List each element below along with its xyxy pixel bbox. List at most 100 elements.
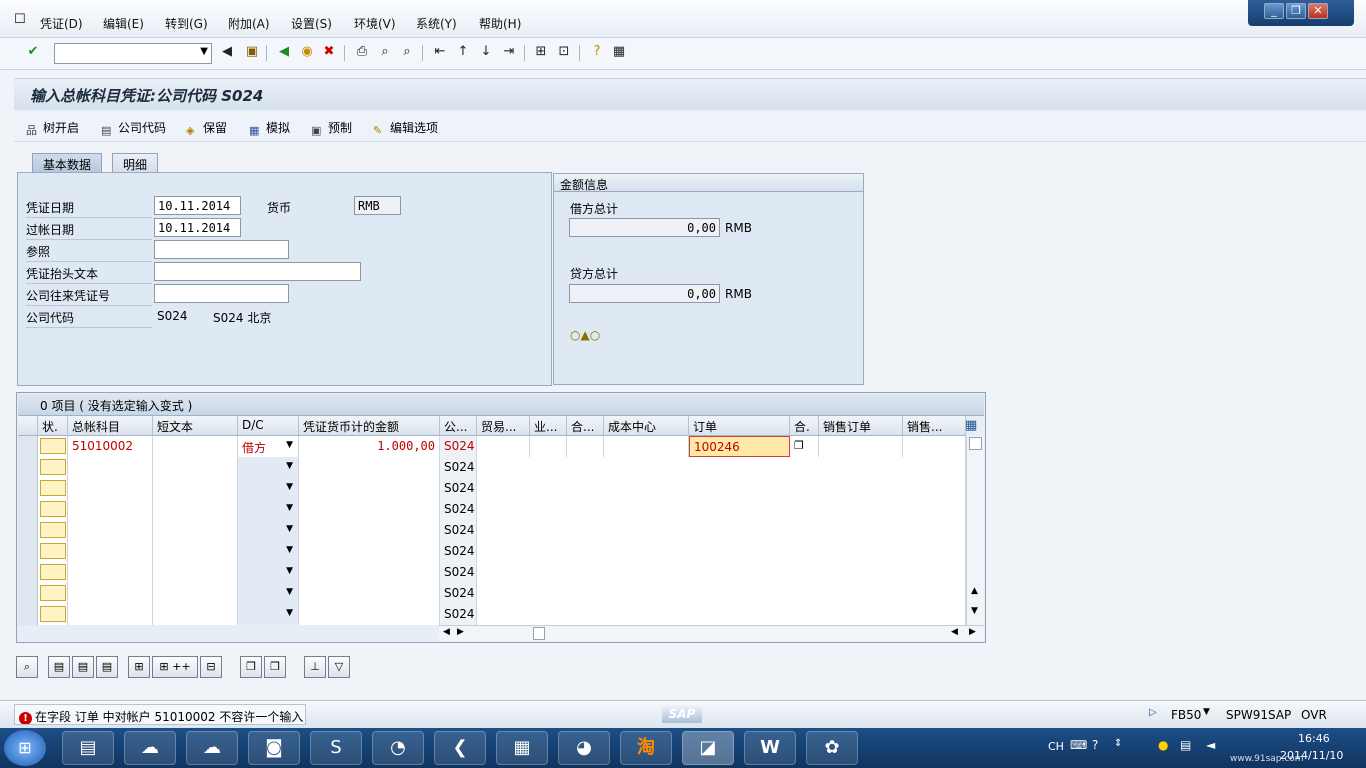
intercompany-doc-field[interactable] — [154, 284, 289, 303]
amount-cell[interactable] — [299, 457, 440, 478]
short-text-cell[interactable] — [153, 436, 238, 457]
col-business-area[interactable]: 业... — [530, 416, 567, 436]
save-icon[interactable]: ▣ — [243, 43, 261, 61]
insert-row-button[interactable]: ⊞ — [128, 656, 150, 678]
short-text-cell[interactable] — [153, 541, 238, 562]
sogou-icon[interactable]: S — [310, 731, 362, 765]
trading-partner-cell[interactable] — [477, 436, 530, 457]
dc-cell[interactable]: 借方 ▼ — [238, 436, 299, 457]
hold-button[interactable]: ◈ 保留 — [186, 119, 227, 137]
paste-button[interactable]: ❐ — [264, 656, 286, 678]
taobao-icon[interactable]: 淘 — [620, 731, 672, 765]
gl-account-cell[interactable] — [68, 604, 153, 625]
details-button[interactable]: ⌕ — [16, 656, 38, 678]
browser-icon[interactable]: ◕ — [558, 731, 610, 765]
row-selector[interactable] — [18, 541, 38, 562]
select-all-button[interactable]: ▤ — [48, 656, 70, 678]
amount-cell[interactable] — [299, 541, 440, 562]
short-text-cell[interactable] — [153, 520, 238, 541]
row-selector[interactable] — [18, 499, 38, 520]
chevron-down-icon[interactable]: ▼ — [200, 46, 208, 57]
gl-account-cell[interactable] — [68, 562, 153, 583]
menu-environment[interactable]: 环境(V) — [354, 15, 396, 32]
short-text-cell[interactable] — [153, 457, 238, 478]
table-settings-icon[interactable]: ▦ — [965, 418, 983, 434]
insert-rows-button[interactable]: ⊞ ++ — [152, 656, 198, 678]
exit-icon[interactable]: ◉ — [298, 43, 316, 61]
sap-logon-icon[interactable]: ◙ — [248, 731, 300, 765]
menu-goto[interactable]: 转到(G) — [165, 15, 208, 32]
row-status-button[interactable] — [40, 522, 66, 538]
expand-arrow-icon[interactable]: ◀ — [218, 43, 236, 61]
row-selector[interactable] — [18, 436, 38, 457]
row-selector[interactable] — [18, 520, 38, 541]
col-status[interactable]: 状. — [38, 416, 68, 436]
header-text-field[interactable] — [154, 262, 361, 281]
row-status-button[interactable] — [40, 501, 66, 517]
doc-date-field[interactable]: 10.11.2014 — [154, 196, 241, 215]
previous-page-icon[interactable]: ↑ — [454, 43, 472, 61]
menu-system[interactable]: 系统(Y) — [416, 15, 457, 32]
col-cost-center[interactable]: 成本中心 — [604, 416, 689, 436]
command-field[interactable]: ▼ — [54, 43, 212, 64]
scroll-thumb[interactable] — [969, 437, 982, 450]
layout-menu-icon[interactable]: ▦ — [610, 43, 628, 61]
col-sales-item[interactable]: 销售... — [903, 416, 966, 436]
vertical-scrollbar[interactable]: ▲ ▼ — [966, 436, 984, 625]
app-icon[interactable]: ✿ — [806, 731, 858, 765]
clock-date[interactable]: 2014/11/10 — [1280, 749, 1343, 762]
dc-cell[interactable]: ▼ — [238, 583, 299, 604]
park-button[interactable]: ▣ 预制 — [311, 119, 352, 137]
expand-status-icon[interactable]: ▷ — [1149, 707, 1157, 718]
popup-icon[interactable]: ❐ — [794, 439, 804, 452]
restore-icon[interactable]: ❐ — [1286, 3, 1306, 19]
short-text-cell[interactable] — [153, 604, 238, 625]
menu-edit[interactable]: 编辑(E) — [103, 15, 144, 32]
sales-item-cell[interactable] — [903, 436, 966, 457]
row-remaining-cells[interactable] — [477, 520, 966, 541]
row-status-button[interactable] — [40, 459, 66, 475]
dc-cell[interactable]: ▼ — [238, 562, 299, 583]
contract-cell[interactable] — [567, 436, 604, 457]
deselect-all-button[interactable]: ▤ — [96, 656, 118, 678]
company-code-button[interactable]: ▤ 公司代码 — [101, 119, 166, 137]
row-selector[interactable] — [18, 457, 38, 478]
next-page-icon[interactable]: ↓ — [477, 43, 495, 61]
media-icon[interactable]: ◔ — [372, 731, 424, 765]
chevron-down-icon[interactable]: ▼ — [286, 524, 293, 534]
short-text-cell[interactable] — [153, 478, 238, 499]
scroll-up-icon[interactable]: ▲ — [971, 586, 978, 596]
close-icon[interactable]: ✕ — [1308, 3, 1328, 19]
amount-cell[interactable] — [299, 478, 440, 499]
dc-cell[interactable]: ▼ — [238, 478, 299, 499]
horizontal-scrollbar[interactable]: ◀ ▶ ◀ ▶ — [439, 625, 984, 641]
status-message[interactable]: ! 在字段 订单 中对帐户 51010002 不容许一个输入 — [14, 704, 306, 725]
baidu-cloud-icon[interactable]: ☁ — [124, 731, 176, 765]
reference-field[interactable] — [154, 240, 289, 259]
row-remaining-cells[interactable] — [477, 583, 966, 604]
col-dc[interactable]: D/C — [238, 416, 299, 436]
dc-cell[interactable]: ▼ — [238, 457, 299, 478]
video-icon[interactable]: ▦ — [496, 731, 548, 765]
amount-cell[interactable] — [299, 583, 440, 604]
short-text-cell[interactable] — [153, 583, 238, 604]
windows-start-icon[interactable]: ⊞ — [4, 730, 46, 766]
select-all-header[interactable] — [18, 416, 38, 436]
col-company[interactable]: 公... — [440, 416, 477, 436]
row-remaining-cells[interactable] — [477, 562, 966, 583]
scroll-right-icon[interactable]: ▶ — [457, 627, 464, 637]
dc-cell[interactable]: ▼ — [238, 499, 299, 520]
help-tray-icon[interactable]: ? — [1092, 738, 1098, 752]
row-remaining-cells[interactable] — [477, 478, 966, 499]
row-selector[interactable] — [18, 478, 38, 499]
dc-cell[interactable]: ▼ — [238, 541, 299, 562]
sales-order-cell[interactable] — [819, 436, 903, 457]
scroll-right-icon[interactable]: ▶ — [969, 627, 976, 637]
chevron-down-icon[interactable]: ▼ — [286, 566, 293, 576]
row-status-button[interactable] — [40, 480, 66, 496]
dc-cell[interactable]: ▼ — [238, 520, 299, 541]
row-selector[interactable] — [18, 562, 38, 583]
amount-cell[interactable] — [299, 562, 440, 583]
row-selector[interactable] — [18, 604, 38, 625]
tree-on-button[interactable]: 品树开启 — [26, 119, 79, 137]
